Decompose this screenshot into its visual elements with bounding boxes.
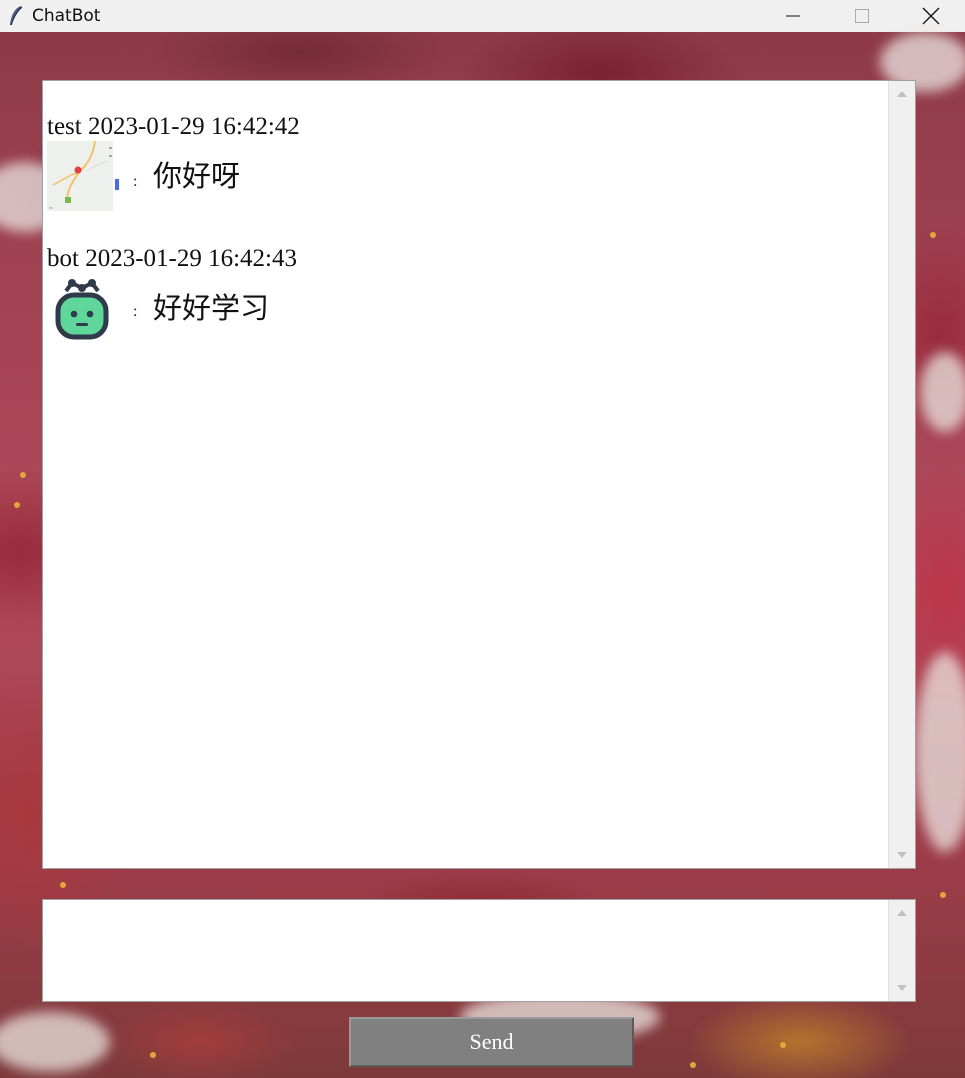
close-button[interactable] (896, 0, 965, 32)
scroll-down-arrow[interactable] (889, 844, 915, 866)
minimize-icon (785, 15, 800, 17)
maximize-icon (854, 9, 869, 23)
robot-icon (53, 277, 111, 341)
message-input-box[interactable] (42, 899, 916, 1002)
message-header: test 2023-01-29 16:42:42 (47, 113, 300, 140)
map-thumbnail-avatar: ea (47, 140, 113, 211)
scroll-up-arrow[interactable] (889, 83, 915, 105)
chat-messages: test 2023-01-29 16:42:42 ea : 你好呀 bot 20… (43, 81, 889, 868)
message-input[interactable] (43, 900, 889, 1001)
window-controls (758, 0, 965, 32)
close-icon (922, 7, 939, 25)
chat-scrollbar[interactable] (888, 81, 915, 868)
message-text: 好好学习 (153, 293, 270, 325)
title-bar[interactable]: ChatBot (0, 0, 965, 32)
chat-display[interactable]: test 2023-01-29 16:42:42 ea : 你好呀 bot 20… (42, 80, 916, 869)
input-scrollbar[interactable] (888, 900, 915, 1001)
map-scale-marker (115, 179, 119, 190)
maximize-button[interactable] (827, 0, 896, 32)
message-separator: : (133, 173, 138, 190)
window-title: ChatBot (32, 6, 101, 26)
scroll-down-arrow[interactable] (889, 977, 915, 999)
scroll-up-arrow[interactable] (889, 902, 915, 924)
feather-icon (0, 0, 32, 32)
svg-text:ea: ea (49, 205, 53, 210)
chatbot-window: ChatBot test 2023-01-29 16:42:42 ea: 你好… (0, 0, 965, 1078)
message-separator: : (133, 303, 138, 320)
minimize-button[interactable] (758, 0, 827, 32)
message-header: bot 2023-01-29 16:42:43 (47, 245, 297, 272)
send-button[interactable]: Send (349, 1017, 634, 1067)
message-text: 你好呀 (153, 161, 241, 193)
